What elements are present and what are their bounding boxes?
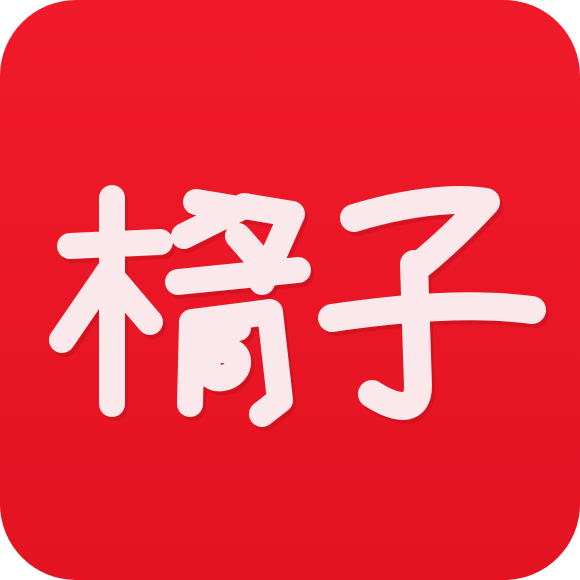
app-icon-artwork — [0, 0, 580, 580]
app-icon-tile[interactable]: 橘子 — [0, 0, 580, 580]
